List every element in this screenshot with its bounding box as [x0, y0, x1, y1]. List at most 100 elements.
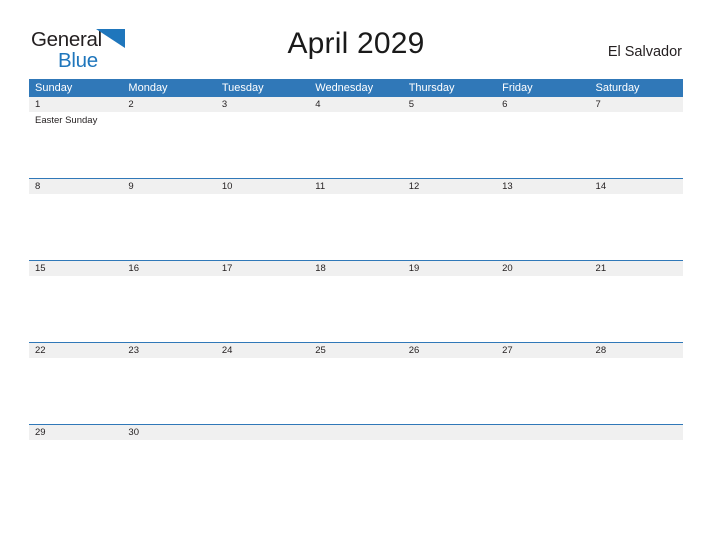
week-row: 1 Easter Sunday 2 3 4 5 6 7 — [29, 97, 683, 178]
day-cell[interactable]: 20 — [496, 261, 589, 342]
day-number: 11 — [315, 181, 326, 192]
day-number: 1 — [35, 99, 41, 110]
day-cell-empty — [590, 425, 683, 506]
day-of-week-monday: Monday — [128, 82, 168, 94]
day-cell[interactable]: 1 Easter Sunday — [29, 97, 122, 178]
day-cell[interactable]: 24 — [216, 343, 309, 424]
day-cell-empty — [309, 425, 402, 506]
day-cell[interactable]: 18 — [309, 261, 402, 342]
day-number: 19 — [408, 263, 420, 274]
day-cell-empty — [403, 425, 496, 506]
week-cells: 22 23 24 25 26 27 28 — [29, 343, 683, 424]
day-events — [128, 276, 215, 279]
day-cell[interactable]: 3 — [216, 97, 309, 178]
day-events — [409, 276, 496, 279]
day-events — [128, 358, 215, 361]
day-events — [35, 358, 122, 361]
day-cell[interactable]: 5 — [403, 97, 496, 178]
day-number: 28 — [595, 345, 607, 356]
day-number — [315, 425, 402, 440]
week-row: 15 16 17 18 19 20 21 — [29, 260, 683, 342]
day-events — [596, 358, 683, 361]
day-cell[interactable]: 19 — [403, 261, 496, 342]
day-cell[interactable]: 25 — [309, 343, 402, 424]
day-events — [315, 358, 402, 361]
day-number — [222, 425, 309, 440]
day-number: 30 — [128, 427, 139, 438]
day-events — [35, 194, 122, 197]
month-grid: Sunday Monday Tuesday Wednesday Thursday Frid… — [29, 79, 683, 506]
day-events — [409, 358, 496, 361]
day-number: 10 — [221, 181, 233, 192]
day-of-week-saturday: Saturday — [595, 82, 640, 94]
country-label: El Salvador — [607, 44, 682, 60]
day-of-week-sunday: Sunday — [35, 82, 73, 94]
day-cell[interactable]: 11 — [309, 179, 402, 260]
day-cell[interactable]: 8 — [29, 179, 122, 260]
day-cell[interactable]: 7 — [590, 97, 683, 178]
week-rows: 1 Easter Sunday 2 3 4 5 6 7 8 9 10 11 12 13 14 15 16 17 18… — [29, 97, 683, 506]
day-events — [596, 276, 683, 279]
day-cell-empty — [496, 425, 589, 506]
day-number — [596, 425, 683, 440]
day-number: 7 — [595, 99, 601, 110]
day-cell[interactable]: 10 — [216, 179, 309, 260]
page-header: General Blue April 2029 El Salvador — [0, 0, 712, 75]
day-events — [35, 440, 122, 443]
day-events — [502, 440, 589, 443]
day-number — [502, 425, 589, 440]
day-events — [409, 112, 496, 115]
day-cell[interactable]: 29 — [29, 425, 122, 506]
day-cell[interactable]: 22 — [29, 343, 122, 424]
day-events — [502, 276, 589, 279]
day-number: 12 — [408, 181, 420, 192]
day-cell[interactable]: 13 — [496, 179, 589, 260]
day-events — [502, 194, 589, 197]
day-cell[interactable]: 6 — [496, 97, 589, 178]
day-number: 3 — [221, 99, 228, 110]
week-cells: 8 9 10 11 12 13 14 — [29, 179, 683, 260]
day-number: 13 — [502, 181, 513, 192]
week-row: 8 9 10 11 12 13 14 — [29, 178, 683, 260]
day-cell[interactable]: 16 — [122, 261, 215, 342]
day-cell[interactable]: 23 — [122, 343, 215, 424]
day-cell[interactable]: 26 — [403, 343, 496, 424]
week-row: 29 30 — [29, 424, 683, 506]
day-cell-empty — [216, 425, 309, 506]
day-events — [128, 112, 215, 115]
day-cell[interactable]: 17 — [216, 261, 309, 342]
day-number: 2 — [128, 99, 134, 110]
day-cell[interactable]: 9 — [122, 179, 215, 260]
day-events — [222, 358, 309, 361]
day-cell[interactable]: 27 — [496, 343, 589, 424]
day-events — [502, 358, 589, 361]
day-cell[interactable]: 28 — [590, 343, 683, 424]
day-events — [409, 440, 496, 443]
day-number: 25 — [315, 345, 326, 356]
day-cell[interactable]: 14 — [590, 179, 683, 260]
day-cell[interactable]: 12 — [403, 179, 496, 260]
day-events — [502, 112, 589, 115]
day-number: 8 — [35, 181, 41, 192]
week-row: 22 23 24 25 26 27 28 — [29, 342, 683, 424]
day-cell[interactable]: 4 — [309, 97, 402, 178]
day-cell[interactable]: 2 — [122, 97, 215, 178]
day-events — [35, 276, 122, 279]
day-number: 24 — [221, 345, 233, 356]
day-of-week-thursday: Thursday — [408, 82, 455, 94]
day-events — [596, 440, 683, 443]
day-number: 5 — [408, 99, 414, 110]
day-of-week-header: Sunday Monday Tuesday Wednesday Thursday Frid… — [29, 79, 683, 97]
day-cell[interactable]: 21 — [590, 261, 683, 342]
day-number: 15 — [35, 263, 46, 274]
day-cell[interactable]: 30 — [122, 425, 215, 506]
week-cells: 1 Easter Sunday 2 3 4 5 6 7 — [29, 97, 683, 178]
day-number: 20 — [502, 263, 513, 274]
day-number: 9 — [128, 181, 134, 192]
day-number: 4 — [315, 99, 321, 110]
day-cell[interactable]: 15 — [29, 261, 122, 342]
day-number: 23 — [128, 345, 139, 356]
week-cells: 15 16 17 18 19 20 21 — [29, 261, 683, 342]
day-number: 6 — [502, 99, 508, 110]
day-events — [222, 112, 309, 115]
